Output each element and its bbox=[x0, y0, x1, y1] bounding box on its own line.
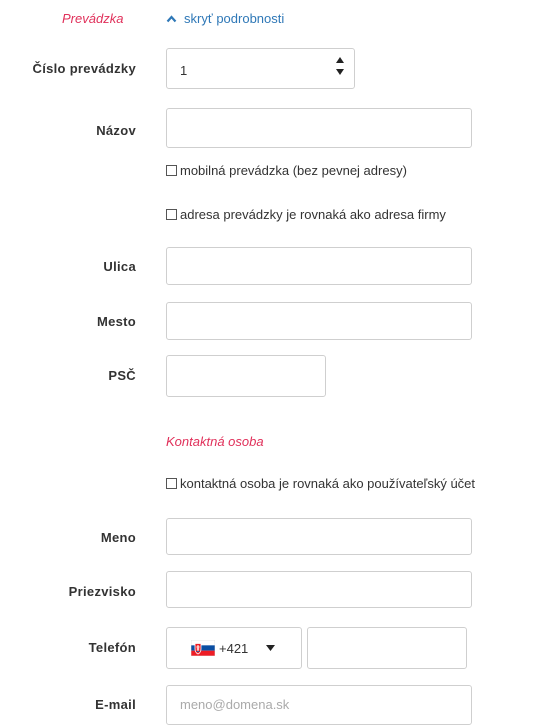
checkbox-box[interactable] bbox=[166, 478, 177, 489]
city-input[interactable] bbox=[166, 302, 472, 340]
hide-details-label: skryť podrobnosti bbox=[184, 11, 285, 26]
store-name-input[interactable] bbox=[166, 108, 472, 148]
email-placeholder: meno@domena.sk bbox=[180, 697, 290, 712]
city-label: Mesto bbox=[96, 314, 136, 329]
triangle-up-icon[interactable] bbox=[336, 57, 344, 63]
email-label: E-mail bbox=[95, 697, 136, 712]
mobile-store-checkbox[interactable]: mobilná prevádzka (bez pevnej adresy) bbox=[166, 163, 407, 178]
store-number-input[interactable]: 1 bbox=[166, 48, 355, 89]
checkbox-box[interactable] bbox=[166, 209, 177, 220]
triangle-down-icon[interactable] bbox=[336, 69, 344, 75]
zip-input[interactable] bbox=[166, 355, 326, 397]
chevron-up-icon bbox=[166, 14, 177, 22]
mobile-store-label: mobilná prevádzka (bez pevnej adresy) bbox=[180, 163, 407, 178]
last-name-input[interactable] bbox=[166, 571, 472, 608]
same-address-checkbox[interactable]: adresa prevádzky je rovnaká ako adresa f… bbox=[166, 207, 446, 222]
phone-label: Telefón bbox=[88, 640, 136, 655]
first-name-label: Meno bbox=[100, 530, 136, 545]
hide-details-toggle[interactable]: skryť podrobnosti bbox=[166, 11, 284, 26]
store-number-label: Číslo prevádzky bbox=[32, 61, 136, 76]
contact-section-title: Kontaktná osoba bbox=[166, 434, 264, 449]
number-stepper[interactable] bbox=[336, 57, 344, 75]
store-number-value: 1 bbox=[180, 63, 188, 78]
zip-label: PSČ bbox=[108, 368, 136, 383]
same-contact-checkbox[interactable]: kontaktná osoba je rovnaká ako používate… bbox=[166, 476, 475, 491]
email-input[interactable]: meno@domena.sk bbox=[166, 685, 472, 725]
phone-number-input[interactable] bbox=[307, 627, 467, 669]
street-label: Ulica bbox=[103, 259, 136, 274]
store-name-label: Názov bbox=[96, 123, 136, 138]
phone-prefix-value: +421 bbox=[219, 640, 249, 656]
last-name-label: Priezvisko bbox=[68, 584, 136, 599]
checkbox-box[interactable] bbox=[166, 165, 177, 176]
slovakia-flag-icon bbox=[191, 640, 215, 656]
same-address-label: adresa prevádzky je rovnaká ako adresa f… bbox=[180, 207, 446, 222]
street-input[interactable] bbox=[166, 247, 472, 285]
first-name-input[interactable] bbox=[166, 518, 472, 555]
store-section-title: Prevádzka bbox=[62, 11, 124, 26]
caret-down-icon bbox=[266, 645, 276, 651]
same-contact-label: kontaktná osoba je rovnaká ako používate… bbox=[180, 476, 476, 491]
phone-prefix-select[interactable]: +421 bbox=[166, 627, 302, 669]
